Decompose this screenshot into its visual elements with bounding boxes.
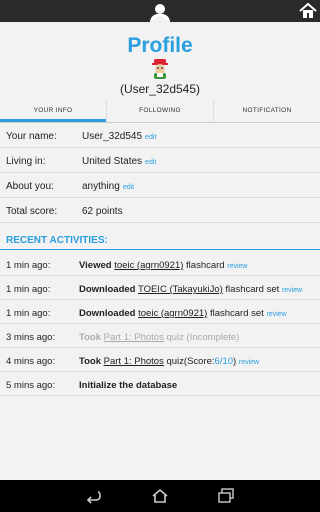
review-link[interactable]: review	[227, 263, 247, 270]
activity-row: 1 min ago: Downloaded TOEIC (TakayukiJo)…	[0, 276, 320, 300]
quiz-score: 6/10	[214, 356, 234, 367]
quiz-link[interactable]: Part 1: Photos	[104, 332, 164, 343]
page-title: Profile	[127, 34, 193, 57]
info-label: Your name:	[6, 131, 57, 142]
about-value: anything	[82, 181, 120, 192]
back-icon[interactable]	[84, 487, 102, 505]
edit-name-link[interactable]: edit	[145, 134, 156, 141]
activity-row: 5 mins ago: Initialize the database	[0, 372, 320, 396]
review-link[interactable]: review	[266, 311, 286, 318]
activity-verb: Initialize the database	[79, 380, 178, 391]
review-link[interactable]: review	[282, 287, 302, 294]
info-value: User_32d545 edit	[82, 131, 156, 142]
activity-time: 1 min ago:	[6, 260, 51, 271]
activity-verb: Took	[79, 332, 101, 343]
activity-rest: flashcard	[186, 260, 225, 271]
name-value: User_32d545	[82, 131, 143, 142]
info-value: United States edit	[82, 156, 156, 167]
avatar	[152, 59, 168, 79]
activity-rest: flashcard set	[225, 284, 280, 295]
activity-rest: flashcard set	[209, 308, 264, 319]
activity-desc: Initialize the database	[79, 380, 177, 391]
activity-verb: Viewed	[79, 260, 112, 271]
activity-row: 3 mins ago: Took Part 1: Photos quiz (In…	[0, 324, 320, 348]
activity-row: 4 mins ago: Took Part 1: Photos quiz(Sco…	[0, 348, 320, 372]
tab-following[interactable]: FOLLOWING	[107, 101, 214, 122]
review-link[interactable]: review	[239, 359, 259, 366]
info-label: Living in:	[6, 156, 46, 167]
home-icon[interactable]	[151, 487, 169, 505]
section-divider	[0, 249, 320, 250]
info-value: anything edit	[82, 181, 134, 192]
activity-time: 1 min ago:	[6, 308, 51, 319]
tab-bar: YOUR INFO FOLLOWING NOTIFICATION	[0, 101, 320, 122]
flashcard-link[interactable]: toeic (agrn0921)	[114, 260, 183, 271]
info-label: Total score:	[6, 206, 58, 217]
activity-rest: quiz(Score:	[166, 356, 215, 367]
username: (User_32d545)	[119, 82, 201, 96]
tab-notification[interactable]: NOTIFICATION	[214, 101, 320, 122]
info-row-score: Total score: 62 points	[0, 198, 320, 223]
score-value: 62 points	[82, 206, 123, 217]
info-row-living: Living in: United States edit	[0, 148, 320, 173]
activity-verb: Took	[79, 356, 101, 367]
activity-desc: Viewed toeic (agrn0921) flashcard review	[79, 260, 247, 271]
activity-verb: Downloaded	[79, 308, 136, 319]
tab-your-info[interactable]: YOUR INFO	[0, 101, 107, 122]
flashcard-set-link[interactable]: TOEIC (TakayukiJo)	[138, 284, 223, 295]
activity-verb: Downloaded	[79, 284, 136, 295]
activity-desc: Took Part 1: Photos quiz(Score:6/10) rev…	[79, 356, 259, 367]
activity-time: 4 mins ago:	[6, 356, 56, 367]
living-value: United States	[82, 156, 143, 167]
edit-living-link[interactable]: edit	[145, 159, 156, 166]
info-label: About you:	[6, 181, 54, 192]
recent-apps-icon[interactable]	[217, 487, 235, 505]
home-icon[interactable]	[298, 1, 318, 21]
activity-desc: Took Part 1: Photos quiz (Incomplete)	[79, 332, 239, 343]
activity-time: 5 mins ago:	[6, 380, 56, 391]
flashcard-set-link[interactable]: toeic (agrn0921)	[138, 308, 207, 319]
recent-activities-title: RECENT ACTIVITIES:	[6, 235, 108, 246]
info-row-name: Your name: User_32d545 edit	[0, 123, 320, 148]
activity-desc: Downloaded toeic (agrn0921) flashcard se…	[79, 308, 287, 319]
activity-rest: quiz (Incomplete)	[166, 332, 240, 343]
edit-about-link[interactable]: edit	[123, 184, 134, 191]
top-bar	[0, 0, 320, 22]
quiz-link[interactable]: Part 1: Photos	[104, 356, 164, 367]
activity-time: 3 mins ago:	[6, 332, 56, 343]
activity-row: 1 min ago: Viewed toeic (agrn0921) flash…	[0, 252, 320, 276]
system-nav-bar	[0, 480, 320, 512]
activity-row: 1 min ago: Downloaded toeic (agrn0921) f…	[0, 300, 320, 324]
info-row-about: About you: anything edit	[0, 173, 320, 198]
activity-close: )	[233, 356, 237, 367]
active-indicator	[150, 16, 170, 22]
activity-time: 1 min ago:	[6, 284, 51, 295]
activity-desc: Downloaded TOEIC (TakayukiJo) flashcard …	[79, 284, 302, 295]
